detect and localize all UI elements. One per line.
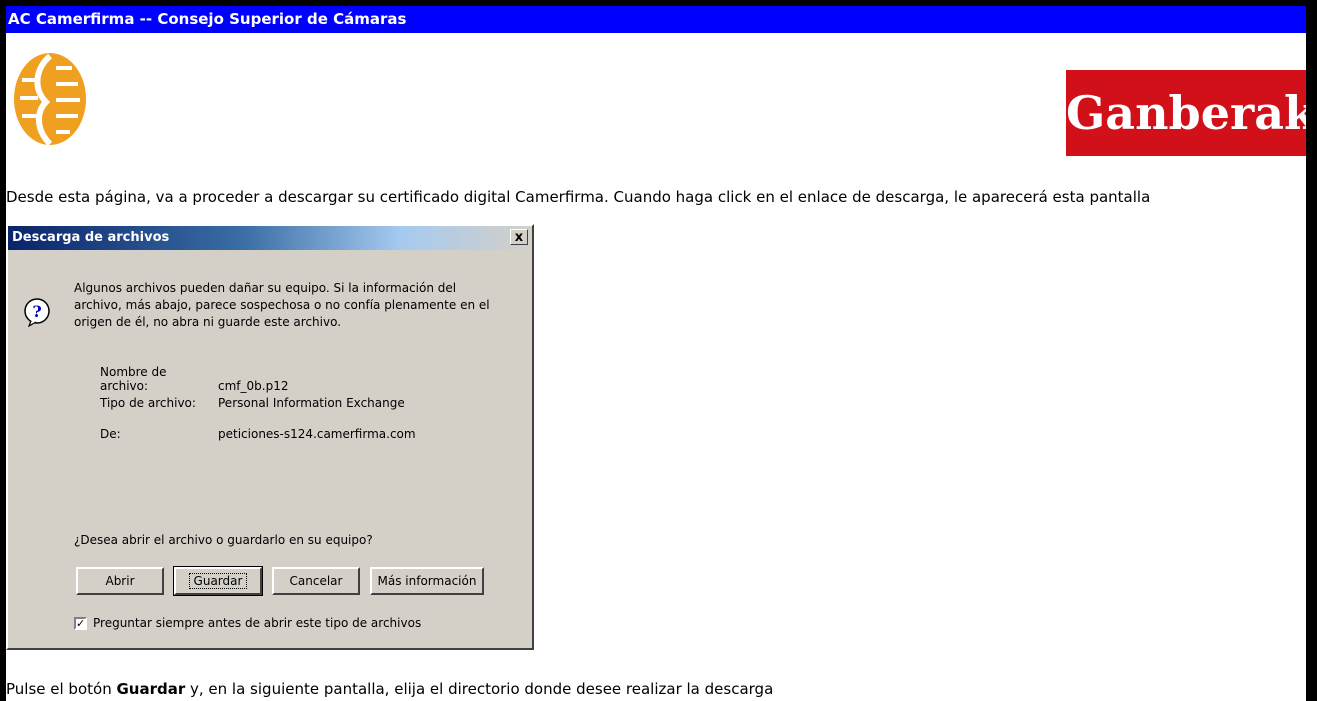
close-icon[interactable]: x xyxy=(510,229,528,245)
dialog-titlebar: Descarga de archivos x xyxy=(8,226,532,250)
open-button[interactable]: Abrir xyxy=(76,567,164,595)
more-info-button[interactable]: Más información xyxy=(370,567,484,595)
question-text: ¿Desea abrir el archivo o guardarlo en s… xyxy=(74,533,373,547)
page: AC Camerfirma -- Consejo Superior de Cám… xyxy=(6,6,1306,701)
footer-suffix: y, en la siguiente pantalla, elija el di… xyxy=(185,680,774,698)
window-title: AC Camerfirma -- Consejo Superior de Cám… xyxy=(6,6,1306,33)
footer-bold: Guardar xyxy=(116,680,186,698)
always-ask-label: Preguntar siempre antes de abrir este ti… xyxy=(93,616,422,630)
file-name-label: Nombre de archivo: xyxy=(100,365,167,393)
file-name-value: cmf_0b.p12 xyxy=(218,379,289,393)
warning-text: Algunos archivos pueden dañar su equipo.… xyxy=(74,281,490,329)
from-value: peticiones-s124.camerfirma.com xyxy=(218,427,416,441)
footer-prefix: Pulse el botón xyxy=(6,680,117,698)
save-button[interactable]: Guardar xyxy=(173,566,263,596)
always-ask-option[interactable]: ✓ Preguntar siempre antes de abrir este … xyxy=(74,616,421,630)
file-type-row: Tipo de archivo: Personal Information Exc… xyxy=(100,396,405,410)
download-dialog: Descarga de archivos x ? Algunos archivo… xyxy=(6,224,534,650)
camerfirma-logo-icon xyxy=(14,53,86,147)
file-type-label: Tipo de archivo: xyxy=(100,396,196,410)
from-label: De: xyxy=(100,427,121,441)
save-button-label: Guardar xyxy=(188,573,248,589)
file-name-row: Nombre de archivo: cmf_0b.p12 xyxy=(100,365,288,393)
footer-instructions: Pulse el botón Guardar y, en la siguient… xyxy=(6,680,773,698)
file-type-value: Personal Information Exchange xyxy=(218,396,405,410)
intro-text: Desde esta página, va a proceder a desca… xyxy=(6,188,1151,206)
from-row: De: peticiones-s124.camerfirma.com xyxy=(100,427,416,441)
cancel-button[interactable]: Cancelar xyxy=(272,567,360,595)
ganberak-logo: Ganberak xyxy=(1066,70,1306,156)
dialog-title: Descarga de archivos xyxy=(12,230,170,245)
always-ask-checkbox[interactable]: ✓ xyxy=(74,616,87,630)
svg-text:?: ? xyxy=(32,302,41,321)
question-icon: ? xyxy=(24,298,50,327)
